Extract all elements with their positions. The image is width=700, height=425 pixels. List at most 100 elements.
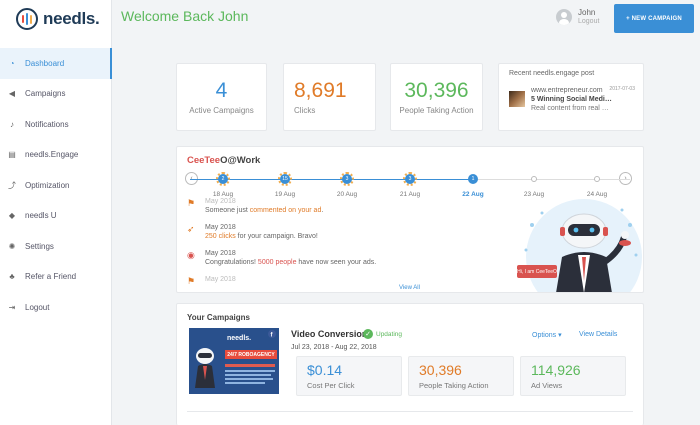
metric-cost-per-click: $0.14 Cost Per Click xyxy=(296,356,402,396)
event-item: ⚑ May 2018 xyxy=(187,275,487,287)
campaign-thumbnail[interactable]: f needls. 24/7 ROBOAGENCY xyxy=(189,328,279,394)
stat-label: Clicks xyxy=(294,106,316,115)
sidebar-item-label: Optimization xyxy=(25,180,70,190)
campaign-name[interactable]: Video Conversions xyxy=(291,329,372,339)
document-icon: ▤ xyxy=(8,150,16,160)
sidebar-item-label: Dashboard xyxy=(25,58,65,68)
user-name: John xyxy=(578,8,596,17)
view-all-link[interactable]: View All xyxy=(399,285,420,291)
sidebar-item-label: Settings xyxy=(25,241,54,251)
campaign-dates: Jul 23, 2018 - Aug 22, 2018 xyxy=(291,344,377,351)
sidebar-item-logout[interactable]: ⇥ Logout xyxy=(0,292,112,323)
status-badge: ✓ Updating xyxy=(363,329,402,339)
svg-text:needls.: needls. xyxy=(227,335,251,342)
recent-post-title: Recent needls.engage post xyxy=(509,70,595,77)
view-details-link[interactable]: View Details xyxy=(579,331,617,338)
metric-value: 30,396 xyxy=(419,362,462,378)
avatar[interactable] xyxy=(556,8,572,25)
stat-label: People Taking Action xyxy=(399,106,474,115)
stat-label: Active Campaigns xyxy=(189,106,254,115)
new-campaign-button[interactable]: + NEW CAMPAIGN xyxy=(614,4,694,33)
event-date: May 2018 xyxy=(205,224,236,231)
timeline-node[interactable] xyxy=(527,172,541,186)
sidebar-item-needls-u[interactable]: ◆ needls U xyxy=(0,201,112,232)
flag-icon: ⚑ xyxy=(187,198,196,208)
logo-text: needls. xyxy=(43,9,100,28)
event-item: ➶ May 2018 250 clicks for your campaign.… xyxy=(187,223,487,241)
stat-value: 4 xyxy=(215,79,228,102)
robot-icon xyxy=(524,199,642,292)
sidebar-item-settings[interactable]: ✺ Settings xyxy=(0,231,112,262)
sidebar-item-campaigns[interactable]: ◀ Campaigns xyxy=(0,79,112,110)
ceeteeo-robot-illustration: Hi, I am CeeTeeO xyxy=(512,195,642,292)
ceeteeo-work-card: CeeTeeO@Work ‹ › 2 15 3 3 1 18 Aug 19 Au… xyxy=(176,146,644,293)
logout-link[interactable]: Logout xyxy=(578,18,599,25)
user-info: John Logout xyxy=(578,8,599,25)
campaign-image-banner: 24/7 ROBOAGENCY xyxy=(225,350,277,359)
options-dropdown[interactable]: Options ▾ xyxy=(532,331,562,339)
event-link[interactable]: commented on your ad xyxy=(250,207,322,214)
event-text: 250 clicks for your campaign. Bravo! xyxy=(205,233,318,240)
recent-post-body: www.entrepreneur.com 5 Winning Social Me… xyxy=(531,86,641,113)
sidebar-item-label: Campaigns xyxy=(25,89,66,99)
sidebar-item-label: needls U xyxy=(25,211,57,221)
sidebar-item-refer[interactable]: ♣ Refer a Friend xyxy=(0,262,112,293)
sidebar-item-label: Refer a Friend xyxy=(25,272,77,282)
sidebar: needls. ◔ Dashboard ◀ Campaigns ♪ Notifi… xyxy=(0,0,112,425)
sidebar-item-notifications[interactable]: ♪ Notifications xyxy=(0,109,112,140)
metric-people-taking-action: 30,396 People Taking Action xyxy=(408,356,514,396)
campaign-robot-image: f needls. xyxy=(189,328,279,394)
logo[interactable]: needls. xyxy=(16,8,100,30)
recent-post-card[interactable]: Recent needls.engage post 2017-07-03 www… xyxy=(498,63,644,131)
section-title: Your Campaigns xyxy=(187,313,250,322)
metric-label: Cost Per Click xyxy=(307,381,355,390)
sidebar-item-label: Notifications xyxy=(25,119,69,129)
event-feed: ⚑ May 2018 Someone just commented on you… xyxy=(187,198,487,292)
timeline-node-current[interactable]: 1 xyxy=(466,172,480,186)
sidebar-item-dashboard[interactable]: ◔ Dashboard xyxy=(0,48,112,79)
event-date: May 2018 xyxy=(205,250,236,257)
recent-post-excerpt: Real content from real … xyxy=(531,105,609,112)
event-link[interactable]: 5000 people xyxy=(258,259,297,266)
megaphone-icon: ◀ xyxy=(8,89,16,99)
timeline-node[interactable]: 15 xyxy=(278,172,292,186)
timeline-node[interactable]: 2 xyxy=(216,172,230,186)
metric-value: 114,926 xyxy=(531,362,581,378)
event-date: May 2018 xyxy=(205,198,236,205)
divider xyxy=(187,411,633,412)
dashboard-icon: ◔ xyxy=(9,58,15,68)
sidebar-item-label: Logout xyxy=(25,302,50,312)
stat-card-active-campaigns[interactable]: 4 Active Campaigns xyxy=(176,63,267,131)
bell-icon: ♪ xyxy=(10,119,14,129)
sidebar-item-label: needls.Engage xyxy=(25,150,79,160)
timeline-node[interactable]: 3 xyxy=(340,172,354,186)
users-icon: ♣ xyxy=(9,272,15,282)
sidebar-item-optimization[interactable]: ⤴ Optimization xyxy=(0,170,112,201)
timeline-node[interactable] xyxy=(590,172,604,186)
event-item: ⚑ May 2018 Someone just commented on you… xyxy=(187,197,487,215)
logout-icon: ⇥ xyxy=(8,302,16,312)
metric-ad-views: 114,926 Ad Views xyxy=(520,356,626,396)
event-link[interactable]: 250 clicks xyxy=(205,233,236,240)
metric-value: $0.14 xyxy=(307,362,343,378)
sidebar-item-engage[interactable]: ▤ needls.Engage xyxy=(0,140,112,171)
recent-post-headline[interactable]: 5 Winning Social Medi… xyxy=(531,95,641,104)
user-menu[interactable]: John Logout xyxy=(556,8,599,25)
check-icon: ✓ xyxy=(363,329,373,339)
your-campaigns-card: Your Campaigns f needls. 24/7 ROBOAGENCY… xyxy=(176,303,644,425)
robot-speech-bubble: Hi, I am CeeTeeO xyxy=(517,265,557,278)
timeline-title: CeeTeeO@Work xyxy=(187,155,261,166)
recent-post-thumbnail xyxy=(509,91,525,107)
event-date: May 2018 xyxy=(205,276,236,283)
recent-post-site: www.entrepreneur.com xyxy=(531,87,603,94)
timeline-node[interactable]: 3 xyxy=(403,172,417,186)
page-title: Welcome Back John xyxy=(121,8,249,24)
stat-card-clicks[interactable]: 8,691 Clicks xyxy=(283,63,376,131)
event-item: ◉ May 2018 Congratulations! 5000 people … xyxy=(187,249,487,267)
event-text: Congratulations! 5000 people have now se… xyxy=(205,259,377,266)
graduation-cap-icon: ◆ xyxy=(8,211,16,221)
stat-card-people-taking-action[interactable]: 30,396 People Taking Action xyxy=(390,63,483,131)
event-text: Someone just commented on your ad. xyxy=(205,207,324,214)
flag-icon: ⚑ xyxy=(187,276,196,286)
trend-icon: ⤴ xyxy=(8,180,16,190)
